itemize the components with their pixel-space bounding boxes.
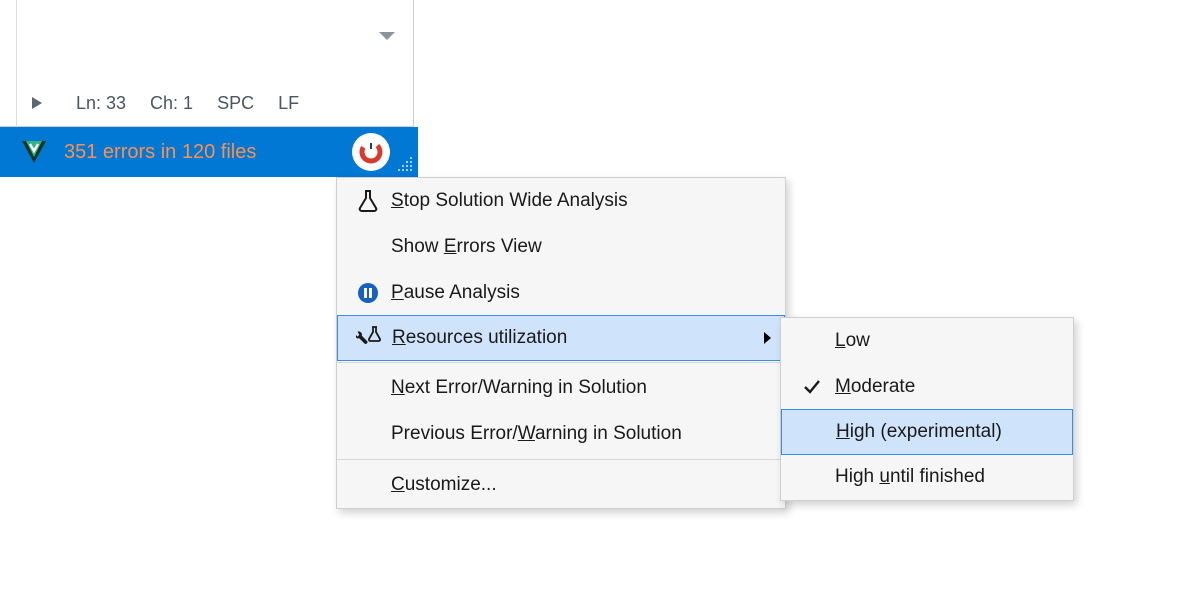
menu-item-label: Resources utilization bbox=[392, 327, 762, 349]
menu-item-label: Previous Error/Warning in Solution bbox=[391, 423, 773, 445]
submenu-item-label: High (experimental) bbox=[836, 421, 1002, 443]
menu-item-label: Customize... bbox=[391, 474, 773, 496]
submenu-high[interactable]: High (experimental) bbox=[781, 409, 1073, 455]
flask-icon bbox=[345, 189, 391, 213]
submenu-item-label: Low bbox=[835, 330, 870, 352]
pause-icon bbox=[345, 282, 391, 304]
menu-stop-analysis[interactable]: Stop Solution Wide Analysis bbox=[337, 178, 785, 224]
menu-separator bbox=[337, 459, 785, 460]
resize-grip-icon[interactable] bbox=[396, 155, 414, 173]
status-caret-row: Ln: 33 Ch: 1 SPC LF bbox=[0, 79, 414, 127]
submenu-arrow-icon bbox=[762, 331, 772, 345]
menu-next-error[interactable]: Next Error/Warning in Solution bbox=[337, 365, 785, 411]
vue-shield-icon[interactable] bbox=[20, 139, 48, 165]
submenu-moderate[interactable]: Moderate bbox=[781, 364, 1073, 410]
analysis-status-icon[interactable] bbox=[352, 133, 390, 171]
menu-item-label: Pause Analysis bbox=[391, 282, 773, 304]
menu-pause-analysis[interactable]: Pause Analysis bbox=[337, 270, 785, 316]
resources-utilization-submenu: Low Moderate High (experimental) High un… bbox=[780, 317, 1074, 501]
submenu-item-label: High until finished bbox=[835, 466, 985, 488]
check-icon bbox=[789, 378, 835, 396]
status-errors-count[interactable]: 351 errors in 120 files bbox=[64, 141, 256, 164]
scroll-options-dropdown[interactable] bbox=[378, 30, 396, 42]
submenu-high-until-finished[interactable]: High until finished bbox=[781, 454, 1073, 500]
menu-show-errors-view[interactable]: Show Errors View bbox=[337, 224, 785, 270]
status-bar: 351 errors in 120 files bbox=[0, 127, 418, 177]
menu-item-label: Show Errors View bbox=[391, 236, 773, 258]
status-column-number[interactable]: Ch: 1 bbox=[150, 93, 193, 114]
menu-resources-utilization[interactable]: Resources utilization bbox=[337, 315, 785, 361]
analysis-context-menu: Stop Solution Wide Analysis Show Errors … bbox=[336, 177, 786, 509]
submenu-low[interactable]: Low bbox=[781, 318, 1073, 364]
status-eol-mode[interactable]: LF bbox=[278, 93, 299, 114]
menu-item-label: Stop Solution Wide Analysis bbox=[391, 190, 773, 212]
menu-separator bbox=[337, 362, 785, 363]
status-indent-mode[interactable]: SPC bbox=[217, 93, 254, 114]
play-icon[interactable] bbox=[30, 96, 44, 110]
chevron-down-icon bbox=[378, 30, 396, 42]
wrench-flask-icon bbox=[346, 326, 392, 350]
menu-item-label: Next Error/Warning in Solution bbox=[391, 377, 773, 399]
menu-previous-error[interactable]: Previous Error/Warning in Solution bbox=[337, 411, 785, 457]
status-line-number[interactable]: Ln: 33 bbox=[76, 93, 126, 114]
menu-customize[interactable]: Customize... bbox=[337, 462, 785, 508]
submenu-item-label: Moderate bbox=[835, 376, 915, 398]
